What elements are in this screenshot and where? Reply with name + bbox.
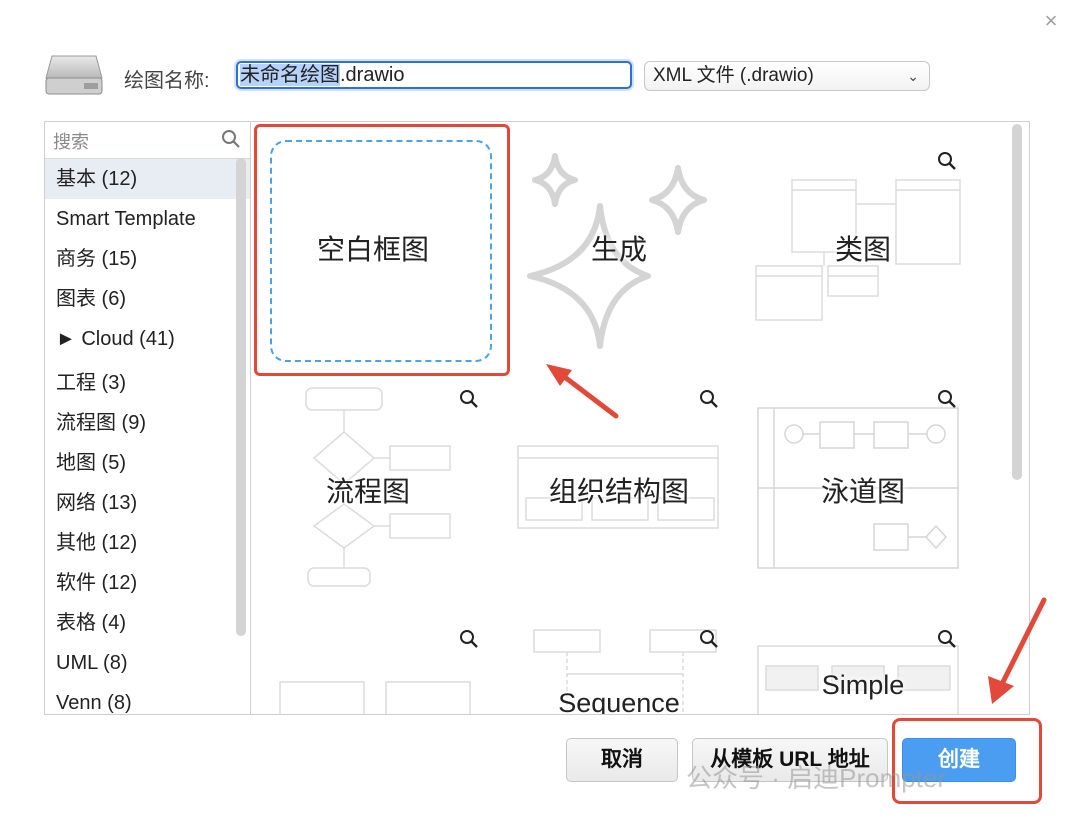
category-item-flowchart[interactable]: 流程图 (9) <box>45 403 250 443</box>
template-tile-generate[interactable]: 生成 <box>500 124 738 356</box>
format-value: XML 文件 (.drawio) <box>653 65 814 86</box>
template-label-class: 类图 <box>834 234 891 265</box>
close-icon[interactable]: × <box>1040 10 1062 32</box>
template-label-simple: Simple <box>821 670 905 700</box>
template-label-swimlane: 泳道图 <box>820 476 905 507</box>
template-scrollbar[interactable] <box>1012 124 1022 480</box>
cancel-button[interactable]: 取消 <box>566 738 678 782</box>
category-item-network[interactable]: 网络 (13) <box>45 483 250 523</box>
category-sidebar: 搜索 基本 (12) Smart Template 商务 (15) 图表 (6)… <box>44 121 250 715</box>
highlight-box-blank <box>254 124 510 376</box>
zoom-icon[interactable] <box>698 388 720 410</box>
filename-selected-text: 未命名绘图 <box>240 64 340 86</box>
zoom-icon[interactable] <box>698 628 720 650</box>
template-label-orgchart: 组织结构图 <box>548 476 689 507</box>
category-item-cloud[interactable]: ► Cloud (41) <box>45 319 250 359</box>
category-item-smart-template[interactable]: Smart Template <box>45 199 250 239</box>
template-tile-flowchart[interactable]: 流程图 <box>254 378 492 610</box>
template-preview <box>279 681 471 714</box>
category-item-basic[interactable]: 基本 (12) <box>45 159 250 199</box>
search-box[interactable]: 搜索 <box>45 122 250 159</box>
template-tile-simple[interactable]: Simple <box>744 618 982 714</box>
template-tile-class[interactable]: 类图 <box>744 124 982 356</box>
zoom-icon[interactable] <box>936 388 958 410</box>
annotation-arrow-icon <box>546 364 619 419</box>
category-item-engineering[interactable]: 工程 (3) <box>45 363 250 403</box>
sidebar-scrollbar[interactable] <box>236 158 246 636</box>
zoom-icon[interactable] <box>936 628 958 650</box>
chevron-down-icon: ⌄ <box>907 68 919 84</box>
category-item-uml[interactable]: UML (8) <box>45 643 250 683</box>
template-tile-partial[interactable] <box>254 618 492 714</box>
template-tile-sequence[interactable]: Sequence <box>500 618 738 714</box>
zoom-icon[interactable] <box>458 628 480 650</box>
template-tile-swimlane[interactable]: 泳道图 <box>744 378 982 610</box>
template-label-generate: 生成 <box>590 234 647 265</box>
category-item-tables[interactable]: 表格 (4) <box>45 603 250 643</box>
category-item-other[interactable]: 其他 (12) <box>45 523 250 563</box>
annotation-arrow-icon <box>988 597 1047 704</box>
search-input[interactable]: 搜索 <box>53 128 89 154</box>
filename-input[interactable]: 未命名绘图.drawio <box>236 61 632 89</box>
drive-icon <box>45 55 103 95</box>
template-label-flowchart: 流程图 <box>325 476 410 507</box>
filename-label: 绘图名称: <box>124 70 210 92</box>
zoom-icon[interactable] <box>458 388 480 410</box>
search-icon[interactable] <box>220 128 242 150</box>
category-item-charts[interactable]: 图表 (6) <box>45 279 250 319</box>
format-select[interactable]: XML 文件 (.drawio) ⌄ <box>644 61 930 91</box>
filename-extension: .drawio <box>340 64 405 86</box>
watermark: 公众号 · 启迪Prompter <box>686 763 947 793</box>
category-item-venn[interactable]: Venn (8) <box>45 683 250 714</box>
zoom-icon[interactable] <box>936 150 958 172</box>
category-item-software[interactable]: 软件 (12) <box>45 563 250 603</box>
template-label-sequence: Sequence <box>558 688 680 714</box>
category-item-maps[interactable]: 地图 (5) <box>45 443 250 483</box>
category-item-business[interactable]: 商务 (15) <box>45 239 250 279</box>
